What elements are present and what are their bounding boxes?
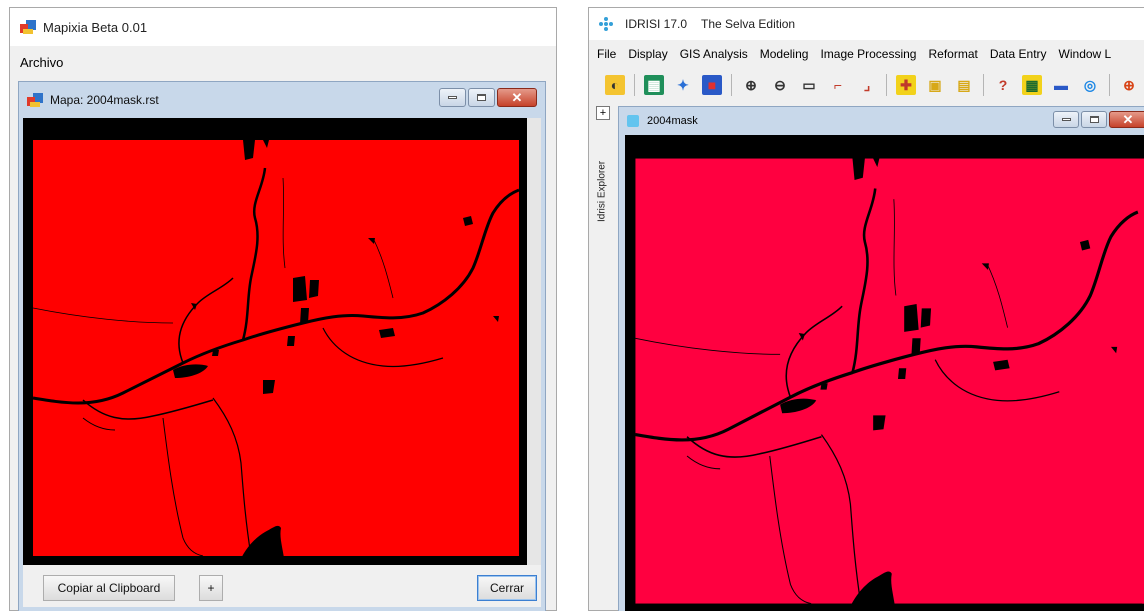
idrisi-map-window-controls: ✕ — [1053, 111, 1144, 128]
idrisi-menubar: File Display GIS Analysis Modeling Image… — [589, 40, 1144, 68]
pan-right-icon[interactable]: ⌟ — [857, 75, 877, 95]
zoom-window-icon[interactable]: ▭ — [799, 75, 819, 95]
menu-reformat[interactable]: Reformat — [928, 47, 977, 61]
mapixia-menubar: Archivo — [10, 46, 556, 78]
scale-bar-icon[interactable]: ▬ — [1051, 75, 1071, 95]
explorer-label[interactable]: Idrisi Explorer — [594, 132, 610, 222]
menu-gis-analysis[interactable]: GIS Analysis — [680, 47, 748, 61]
add-button[interactable]: + — [199, 575, 223, 601]
map-client-area: Copiar al Clipboard + Cerrar — [23, 118, 541, 607]
vector-icon[interactable]: ✦ — [673, 75, 693, 95]
mapixia-window: Mapixia Beta 0.01 Archivo Mapa: 2004mask… — [9, 7, 557, 611]
explorer-expand-button[interactable]: + — [596, 106, 610, 120]
idrisi-window: IDRISI 17.0 The Selva Edition File Displ… — [588, 7, 1144, 611]
copy-clipboard-button[interactable]: Copiar al Clipboard — [43, 575, 175, 601]
idrisi-map-window: 2004mask ✕ — [618, 106, 1144, 611]
map-button-bar: Copiar al Clipboard + Cerrar — [23, 565, 541, 607]
map-child-title: Mapa: 2004mask.rst — [50, 93, 159, 107]
close-icon: ✕ — [511, 90, 523, 105]
map-child-window-controls: ✕ — [439, 88, 537, 107]
globe-icon[interactable]: ◎ — [1080, 75, 1100, 95]
maximize-icon — [477, 94, 486, 101]
idrisi-mask-map-canvas[interactable] — [625, 135, 1144, 611]
palette-icon[interactable]: ■ — [702, 75, 722, 95]
pan-left-icon[interactable]: ⌐ — [828, 75, 848, 95]
menu-data-entry[interactable]: Data Entry — [990, 47, 1047, 61]
idrisi-app-title: IDRISI 17.0 — [625, 17, 688, 31]
cerrar-button[interactable]: Cerrar — [477, 575, 537, 601]
close-window-button[interactable]: ✕ — [497, 88, 537, 107]
vertical-scrollbar[interactable] — [527, 118, 541, 565]
mask-map-canvas[interactable] — [23, 118, 527, 565]
close-icon: ✕ — [1122, 112, 1134, 127]
mapixia-app-title: Mapixia Beta 0.01 — [43, 19, 148, 35]
menu-archivo[interactable]: Archivo — [20, 55, 63, 70]
idrisi-edition: The Selva Edition — [701, 17, 796, 31]
menu-window-list[interactable]: Window L — [1059, 47, 1112, 61]
minimize-icon — [1061, 118, 1071, 121]
map-child-icon — [27, 92, 43, 108]
target-icon[interactable]: ⊕ — [1119, 75, 1139, 95]
minimize-button[interactable] — [1053, 111, 1079, 128]
mapixia-titlebar: Mapixia Beta 0.01 — [10, 8, 556, 46]
idrisi-map-titlebar[interactable]: 2004mask ✕ — [619, 107, 1144, 135]
map-child-window: Mapa: 2004mask.rst ✕ Copiar al Clipboard… — [18, 81, 546, 611]
idrisi-map-title: 2004mask — [647, 115, 698, 127]
minimize-button[interactable] — [439, 88, 466, 107]
maximize-button[interactable] — [1081, 111, 1107, 128]
link-icon[interactable]: ▤ — [954, 75, 974, 95]
attribute-table-icon[interactable]: ▦ — [1022, 75, 1042, 95]
map-child-titlebar[interactable]: Mapa: 2004mask.rst ✕ — [19, 82, 545, 118]
menu-display[interactable]: Display — [628, 47, 667, 61]
composite-icon[interactable]: ▦ — [644, 75, 664, 95]
idrisi-app-icon — [599, 17, 613, 31]
menu-file[interactable]: File — [597, 47, 616, 61]
zoom-out-icon[interactable]: ⊖ — [770, 75, 790, 95]
maximize-button[interactable] — [468, 88, 495, 107]
map-document-icon — [627, 115, 639, 127]
query-icon[interactable]: ? — [993, 75, 1013, 95]
layer-icon[interactable]: ◐ — [605, 75, 625, 95]
zoom-in-icon[interactable]: ⊕ — [741, 75, 761, 95]
menu-image-processing[interactable]: Image Processing — [820, 47, 916, 61]
mapixia-app-icon — [20, 19, 36, 35]
maximize-icon — [1089, 116, 1099, 123]
explorer-panel-strip: + Idrisi Explorer — [592, 106, 612, 611]
measure-icon[interactable]: ✚ — [896, 75, 916, 95]
idrisi-titlebar: IDRISI 17.0 The Selva Edition — [589, 8, 1144, 40]
menu-modeling[interactable]: Modeling — [760, 47, 809, 61]
group-icon[interactable]: ▣ — [925, 75, 945, 95]
minimize-icon — [448, 96, 457, 99]
close-window-button[interactable]: ✕ — [1109, 111, 1144, 128]
idrisi-toolbar: ◐ ▦ ✦ ■ ⊕ ⊖ ▭ ⌐ ⌟ ✚ ▣ ▤ ? ▦ ▬ ◎ ⊕ — [589, 68, 1144, 102]
